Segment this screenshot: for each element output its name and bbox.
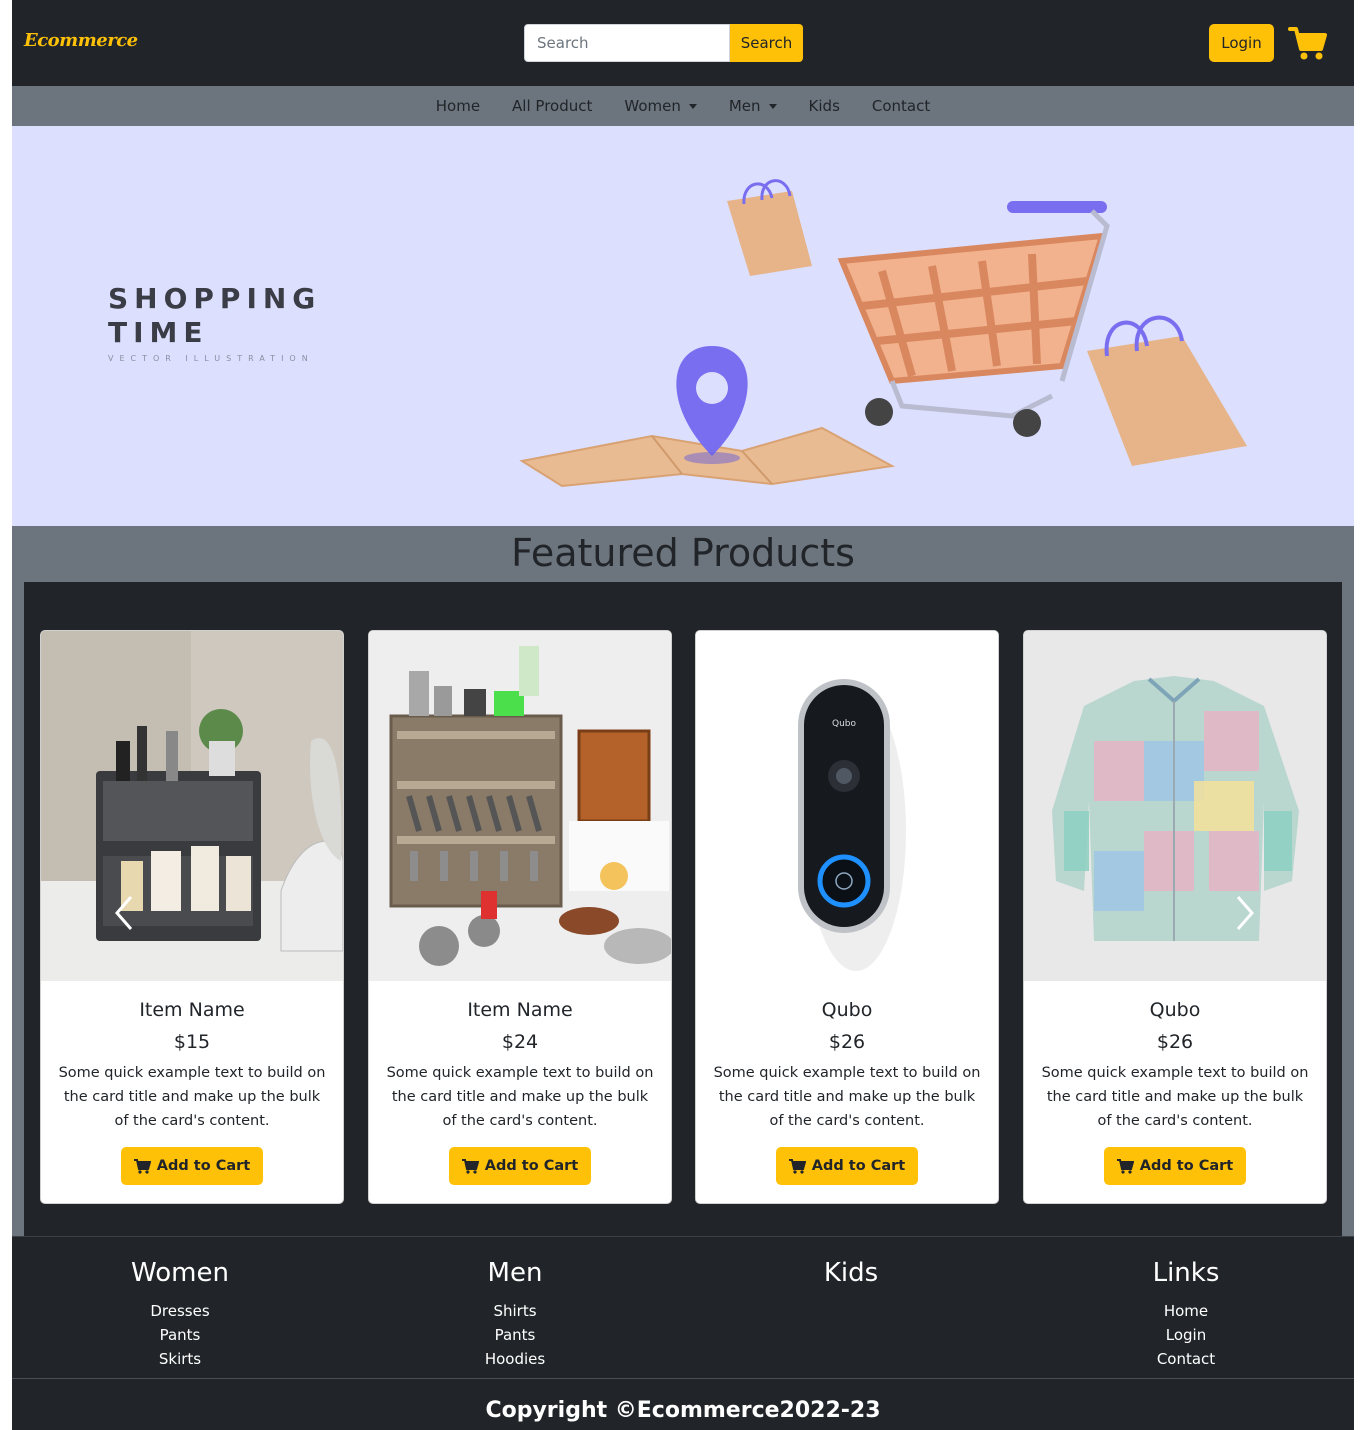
add-to-cart-label: Add to Cart (484, 1158, 579, 1174)
login-button[interactable]: Login (1209, 24, 1274, 62)
product-image (1024, 631, 1326, 981)
footer-link-hoodies[interactable]: Hoodies (365, 1347, 665, 1371)
footer-heading: Links (1152, 1258, 1220, 1288)
search-button[interactable]: Search (730, 24, 803, 62)
product-card: Qubo $26 Some quick example text to buil… (1023, 630, 1327, 1204)
hero-title-line: TIME (108, 316, 209, 349)
hero-banner: SHOPPING TIME VECTOR ILLUSTRATION (12, 126, 1354, 526)
product-name: Item Name (467, 999, 573, 1021)
carousel-next-icon[interactable] (1234, 893, 1256, 933)
nav-item-kids[interactable]: Kids (809, 97, 840, 115)
footer-link-shirts[interactable]: Shirts (365, 1299, 665, 1323)
footer-divider (12, 1378, 1354, 1379)
product-price: $26 (828, 1031, 866, 1053)
add-to-cart-label: Add to Cart (811, 1158, 906, 1174)
footer-heading: Men (487, 1258, 543, 1288)
product-card: Item Name $15 Some quick example text to… (40, 630, 344, 1204)
footer-link-home[interactable]: Home (1036, 1299, 1336, 1323)
cart-icon (1116, 1158, 1134, 1174)
hero-title: SHOPPING TIME (108, 282, 321, 350)
search-form: Search (524, 24, 803, 62)
product-carousel: Item Name $15 Some quick example text to… (24, 582, 1342, 1236)
product-name: Item Name (139, 999, 245, 1021)
product-image (369, 631, 671, 981)
footer-column-kids: Kids (701, 1255, 1001, 1299)
footer-heading: Kids (823, 1258, 879, 1288)
footer-column-women: Women Dresses Pants Skirts (30, 1255, 330, 1371)
product-price: $26 (1156, 1031, 1194, 1053)
footer-link-skirts[interactable]: Skirts (30, 1347, 330, 1371)
add-to-cart-button[interactable]: Add to Cart (120, 1147, 264, 1185)
product-name: Qubo (1149, 999, 1201, 1021)
featured-section: Featured Products Item Name $15 Some qui… (12, 526, 1354, 1236)
brand-logo[interactable]: Ecommerce (24, 30, 138, 51)
footer-column-links: Links Home Login Contact (1036, 1255, 1336, 1371)
add-to-cart-button[interactable]: Add to Cart (1103, 1147, 1247, 1185)
nav-item-women[interactable]: Women (624, 97, 697, 115)
copyright-text: Copyright ©Ecommerce2022-23 (485, 1398, 881, 1423)
footer-link-contact[interactable]: Contact (1036, 1347, 1336, 1371)
product-image: Qubo (696, 631, 998, 981)
nav-item-label: Women (624, 97, 681, 115)
card-body: Item Name $24 Some quick example text to… (369, 997, 671, 1185)
nav-item-label: Men (728, 97, 761, 115)
add-to-cart-label: Add to Cart (156, 1158, 251, 1174)
nav-item-label: All Product (512, 97, 593, 115)
product-description: Some quick example text to build on the … (386, 1065, 654, 1129)
product-card: Qubo Qubo $26 Some quick example text to… (695, 630, 999, 1204)
footer-heading: Women (131, 1258, 229, 1288)
footer-link-pants[interactable]: Pants (30, 1323, 330, 1347)
card-body: Qubo $26 Some quick example text to buil… (1024, 997, 1326, 1185)
nav-item-label: Kids (808, 97, 840, 115)
nav-item-label: Contact (871, 97, 931, 115)
footer-column-men: Men Shirts Pants Hoodies (365, 1255, 665, 1371)
nav-item-men[interactable]: Men (729, 97, 777, 115)
cart-icon (461, 1158, 479, 1174)
product-image (41, 631, 343, 981)
footer-link-login[interactable]: Login (1036, 1323, 1336, 1347)
footer-link-dresses[interactable]: Dresses (30, 1299, 330, 1323)
shopping-cart-icon[interactable] (1288, 24, 1328, 62)
nav-item-label: Home (435, 97, 481, 115)
qubo-logo: Qubo (832, 719, 857, 729)
card-body: Item Name $15 Some quick example text to… (41, 997, 343, 1185)
carousel-prev-icon[interactable] (113, 893, 135, 933)
add-to-cart-button[interactable]: Add to Cart (775, 1147, 919, 1185)
cart-icon (788, 1158, 806, 1174)
nav-item-home[interactable]: Home (436, 97, 480, 115)
product-card: Item Name $24 Some quick example text to… (368, 630, 672, 1204)
hero-subtitle: VECTOR ILLUSTRATION (108, 354, 314, 363)
nav-item-contact[interactable]: Contact (872, 97, 930, 115)
product-description: Some quick example text to build on the … (713, 1065, 981, 1129)
hero-title-line: SHOPPING (108, 282, 322, 315)
caret-down-icon (688, 103, 697, 109)
page: Ecommerce Search Login Home All Product … (12, 0, 1354, 1430)
product-description: Some quick example text to build on the … (1041, 1065, 1309, 1129)
product-price: $24 (501, 1031, 539, 1053)
caret-down-icon (768, 103, 777, 109)
add-to-cart-button[interactable]: Add to Cart (448, 1147, 592, 1185)
product-name: Qubo (821, 999, 873, 1021)
product-price: $15 (173, 1031, 211, 1053)
nav-item-all-product[interactable]: All Product (512, 97, 592, 115)
footer-link-pants[interactable]: Pants (365, 1323, 665, 1347)
main-nav: Home All Product Women Men Kids Contact (12, 86, 1354, 126)
add-to-cart-label: Add to Cart (1139, 1158, 1234, 1174)
cart-icon (133, 1158, 151, 1174)
top-navbar: Ecommerce Search Login (12, 0, 1354, 86)
featured-title: Featured Products (511, 531, 855, 575)
site-footer: Women Dresses Pants Skirts Men Shirts Pa… (12, 1236, 1354, 1430)
search-input[interactable] (524, 24, 730, 62)
card-body: Qubo $26 Some quick example text to buil… (696, 997, 998, 1185)
shopping-cart-illustration (519, 179, 1247, 488)
product-description: Some quick example text to build on the … (58, 1065, 326, 1129)
